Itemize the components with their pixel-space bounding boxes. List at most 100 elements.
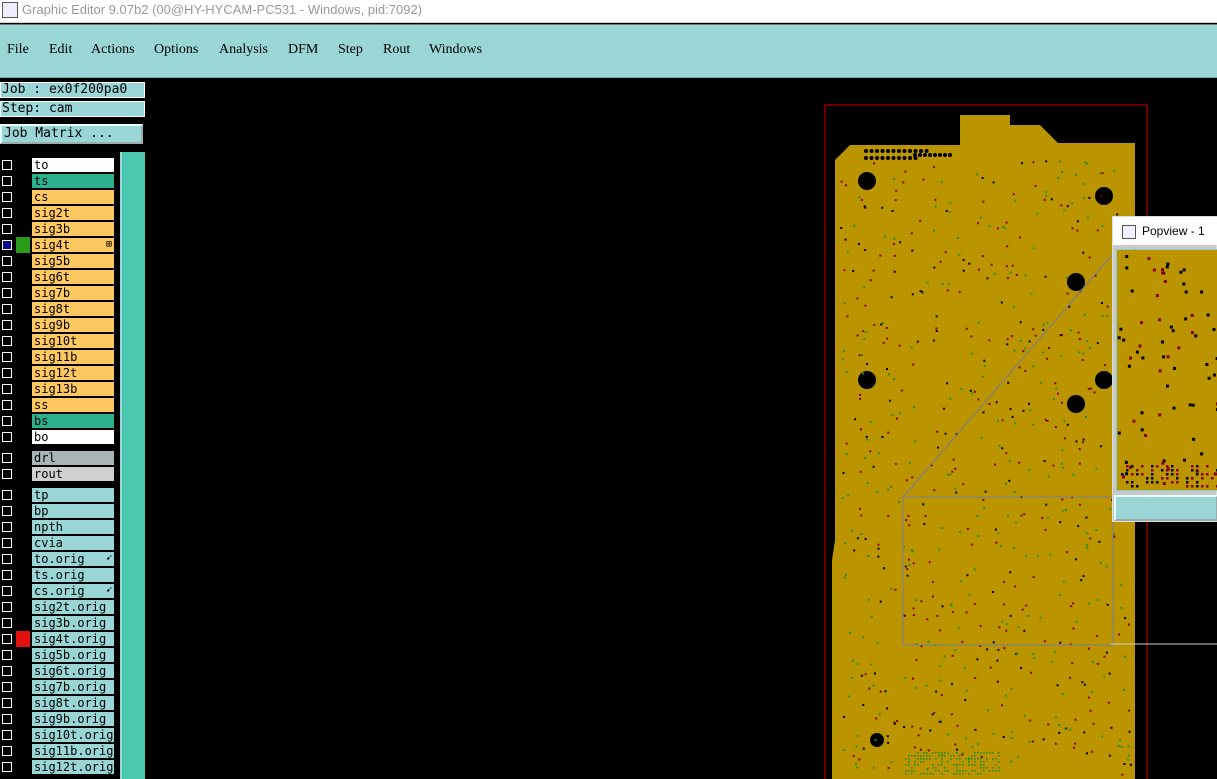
layer-name[interactable]: rout [32, 467, 114, 481]
layer-name[interactable]: to.orig ➹ [32, 552, 114, 566]
layer-color-swatch[interactable] [16, 189, 30, 205]
layer-checkbox[interactable] [2, 384, 12, 394]
layer-name[interactable]: sig11b.orig [32, 744, 114, 758]
layer-color-swatch[interactable] [16, 759, 30, 775]
layer-color-swatch[interactable] [16, 695, 30, 711]
layer-name[interactable]: sig8t [32, 302, 114, 316]
layer-row-sig2t[interactable]: sig2t [0, 205, 118, 221]
layer-checkbox[interactable] [2, 240, 12, 250]
layer-checkbox[interactable] [2, 698, 12, 708]
layer-checkbox[interactable] [2, 538, 12, 548]
layer-color-swatch[interactable] [16, 466, 30, 482]
layer-color-swatch[interactable] [16, 365, 30, 381]
layer-name[interactable]: bo [32, 430, 114, 444]
layer-checkbox[interactable] [2, 336, 12, 346]
layer-color-swatch[interactable] [16, 157, 30, 173]
layer-row-sig12t.orig[interactable]: sig12t.orig [0, 759, 118, 775]
layer-name[interactable]: bp [32, 504, 114, 518]
layer-checkbox[interactable] [2, 490, 12, 500]
layer-checkbox[interactable] [2, 522, 12, 532]
popview-titlebar[interactable]: Popview - 1 [1113, 217, 1217, 245]
layer-name[interactable]: sig3b [32, 222, 114, 236]
layer-row-sig11b.orig[interactable]: sig11b.orig [0, 743, 118, 759]
layer-checkbox[interactable] [2, 224, 12, 234]
menu-options[interactable]: Options [154, 42, 198, 58]
layer-row-sig10t.orig[interactable]: sig10t.orig [0, 727, 118, 743]
layer-checkbox[interactable] [2, 416, 12, 426]
layer-row-sig3b[interactable]: sig3b [0, 221, 118, 237]
layer-row-sig5b.orig[interactable]: sig5b.orig [0, 647, 118, 663]
layer-row-cs.orig[interactable]: cs.orig ➹ [0, 583, 118, 599]
layer-name[interactable]: sig4t.orig [32, 632, 114, 646]
layer-name[interactable]: sig6t [32, 270, 114, 284]
popview-bottom-bar[interactable] [1114, 495, 1217, 521]
layer-row-tp[interactable]: tp [0, 487, 118, 503]
layer-checkbox[interactable] [2, 432, 12, 442]
layer-name[interactable]: sig10t [32, 334, 114, 348]
layer-color-swatch[interactable] [16, 317, 30, 333]
layer-name[interactable]: npth [32, 520, 114, 534]
layer-row-npth[interactable]: npth [0, 519, 118, 535]
layer-name[interactable]: cs [32, 190, 114, 204]
layer-checkbox[interactable] [2, 208, 12, 218]
layer-name[interactable]: sig6t.orig [32, 664, 114, 678]
layer-checkbox[interactable] [2, 714, 12, 724]
layer-row-sig9b.orig[interactable]: sig9b.orig [0, 711, 118, 727]
layer-checkbox[interactable] [2, 176, 12, 186]
layer-color-swatch[interactable] [16, 647, 30, 663]
layer-color-swatch[interactable] [16, 205, 30, 221]
layer-row-ts[interactable]: ts [0, 173, 118, 189]
layer-row-bp[interactable]: bp [0, 503, 118, 519]
menu-windows[interactable]: Windows [429, 42, 482, 58]
layer-color-swatch[interactable] [16, 551, 30, 567]
layer-name[interactable]: sig7b [32, 286, 114, 300]
layer-name[interactable]: sig5b.orig [32, 648, 114, 662]
layer-row-sig7b.orig[interactable]: sig7b.orig [0, 679, 118, 695]
layer-color-swatch[interactable] [16, 301, 30, 317]
layer-row-sig11b[interactable]: sig11b [0, 349, 118, 365]
layer-name[interactable]: sig7b.orig [32, 680, 114, 694]
layer-color-swatch[interactable] [16, 237, 30, 253]
menu-analysis[interactable]: Analysis [219, 42, 268, 58]
layer-checkbox[interactable] [2, 602, 12, 612]
layer-row-sig6t.orig[interactable]: sig6t.orig [0, 663, 118, 679]
layer-color-swatch[interactable] [16, 221, 30, 237]
layer-name[interactable]: ts [32, 174, 114, 188]
layer-name[interactable]: tp [32, 488, 114, 502]
layer-checkbox[interactable] [2, 368, 12, 378]
layer-row-sig9b[interactable]: sig9b [0, 317, 118, 333]
layer-checkbox[interactable] [2, 506, 12, 516]
layer-color-swatch[interactable] [16, 679, 30, 695]
layer-name[interactable]: bs [32, 414, 114, 428]
layer-color-swatch[interactable] [16, 711, 30, 727]
menu-step[interactable]: Step [338, 42, 363, 58]
layer-row-sig4t.orig[interactable]: sig4t.orig [0, 631, 118, 647]
layer-color-swatch[interactable] [16, 599, 30, 615]
layer-name[interactable]: cs.orig ➹ [32, 584, 114, 598]
layer-checkbox[interactable] [2, 469, 12, 479]
layer-checkbox[interactable] [2, 256, 12, 266]
menu-dfm[interactable]: DFM [288, 42, 318, 58]
layer-color-swatch[interactable] [16, 487, 30, 503]
layer-row-to[interactable]: to [0, 157, 118, 173]
layer-name[interactable]: sig3b.orig [32, 616, 114, 630]
layer-row-sig6t[interactable]: sig6t [0, 269, 118, 285]
layer-color-swatch[interactable] [16, 567, 30, 583]
layer-color-swatch[interactable] [16, 413, 30, 429]
layer-color-swatch[interactable] [16, 503, 30, 519]
layer-checkbox[interactable] [2, 730, 12, 740]
layer-row-sig4t[interactable]: sig4t ⊞ [0, 237, 118, 253]
layer-checkbox[interactable] [2, 746, 12, 756]
layer-name[interactable]: to [32, 158, 114, 172]
layer-color-swatch[interactable] [16, 253, 30, 269]
layer-color-swatch[interactable] [16, 743, 30, 759]
layer-row-sig10t[interactable]: sig10t [0, 333, 118, 349]
menu-file[interactable]: File [7, 42, 29, 58]
layer-color-swatch[interactable] [16, 519, 30, 535]
layer-color-swatch[interactable] [16, 397, 30, 413]
layer-row-sig7b[interactable]: sig7b [0, 285, 118, 301]
layer-checkbox[interactable] [2, 453, 12, 463]
layer-row-ss[interactable]: ss [0, 397, 118, 413]
layer-row-cs[interactable]: cs [0, 189, 118, 205]
layer-checkbox[interactable] [2, 666, 12, 676]
